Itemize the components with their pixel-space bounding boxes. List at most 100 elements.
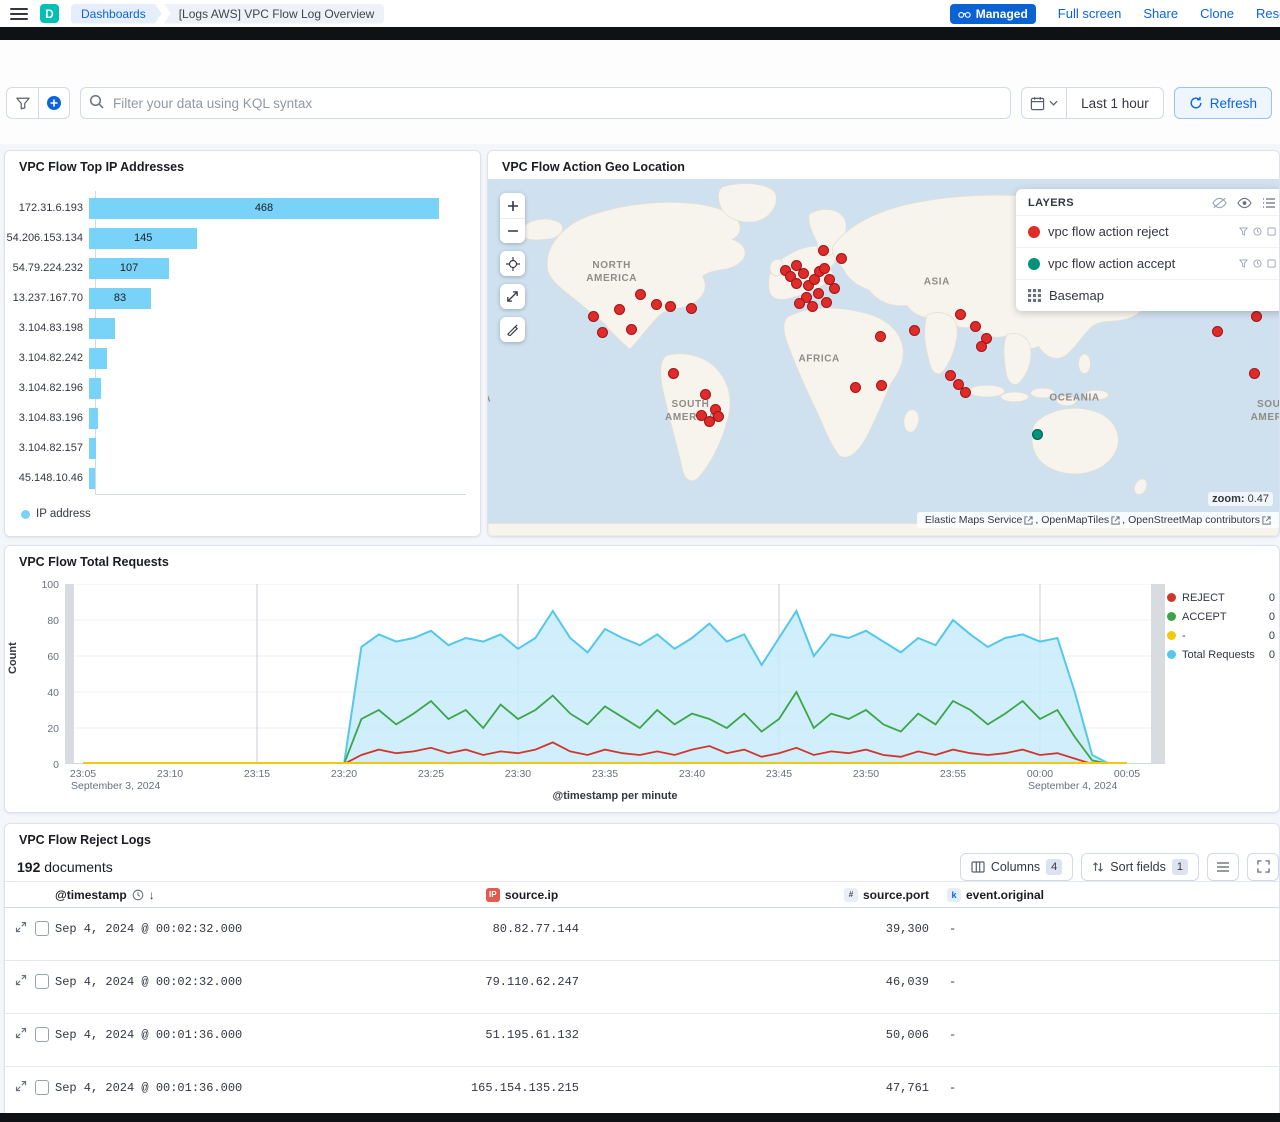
bar[interactable] bbox=[89, 468, 95, 489]
reject-point[interactable] bbox=[1212, 326, 1223, 337]
layer-visibility-icon[interactable] bbox=[1267, 259, 1276, 268]
legend-item[interactable]: REJECT0 bbox=[1167, 588, 1275, 607]
bar[interactable]: 468 bbox=[89, 198, 439, 219]
bar-row: 54.79.224.232107 bbox=[5, 253, 466, 283]
layer-visibility-icon[interactable] bbox=[1267, 227, 1276, 236]
reject-point[interactable] bbox=[651, 299, 662, 310]
column-header-event-original[interactable]: k event.original bbox=[935, 888, 1279, 902]
bar[interactable] bbox=[89, 318, 115, 339]
managed-badge[interactable]: Managed bbox=[950, 4, 1036, 24]
layer-filter-icon[interactable] bbox=[1239, 259, 1248, 268]
column-header-timestamp[interactable]: @timestamp ↓ bbox=[49, 888, 459, 902]
expand-row-button[interactable] bbox=[15, 974, 27, 986]
draw-tools-button[interactable] bbox=[500, 317, 525, 342]
refresh-button[interactable]: Refresh bbox=[1174, 87, 1272, 119]
fullscreen-grid-button[interactable] bbox=[1247, 853, 1279, 881]
fit-to-data-button[interactable] bbox=[500, 284, 525, 309]
bar[interactable]: 107 bbox=[89, 258, 169, 279]
layer-filter-icon[interactable] bbox=[1239, 227, 1248, 236]
reject-point[interactable] bbox=[970, 321, 981, 332]
reject-point[interactable] bbox=[794, 298, 805, 309]
bar-chart-legend[interactable]: IP address bbox=[21, 508, 91, 520]
reject-point[interactable] bbox=[668, 368, 679, 379]
space-avatar[interactable]: D bbox=[40, 4, 59, 23]
reject-point[interactable] bbox=[945, 370, 956, 381]
header-action-share[interactable]: Share bbox=[1143, 6, 1178, 21]
sort-descending-icon[interactable]: ↓ bbox=[149, 888, 155, 902]
header-action-clone[interactable]: Clone bbox=[1200, 6, 1234, 21]
reject-point[interactable] bbox=[821, 297, 832, 308]
reject-point[interactable] bbox=[955, 309, 966, 320]
legend-item[interactable]: Total Requests0 bbox=[1167, 645, 1275, 664]
hide-all-layers-icon[interactable] bbox=[1212, 197, 1227, 209]
row-checkbox[interactable] bbox=[35, 974, 49, 989]
row-checkbox[interactable] bbox=[35, 1080, 49, 1095]
legend-item[interactable]: ACCEPT0 bbox=[1167, 607, 1275, 626]
time-series-chart[interactable] bbox=[65, 584, 1165, 764]
reject-point[interactable] bbox=[819, 263, 830, 274]
calendar-button[interactable] bbox=[1022, 88, 1067, 118]
world-map[interactable]: NORTH AMERICASOUTH AMERICAAFRICAASIAOCEA… bbox=[488, 179, 1279, 536]
bar[interactable] bbox=[89, 348, 107, 369]
layer-time-icon[interactable] bbox=[1253, 227, 1262, 236]
expand-row-button[interactable] bbox=[15, 921, 27, 933]
legend-item[interactable]: -0 bbox=[1167, 626, 1275, 645]
reject-point[interactable] bbox=[875, 331, 886, 342]
bar[interactable] bbox=[89, 408, 98, 429]
layer-item[interactable]: Basemap bbox=[1016, 279, 1279, 311]
display-options-button[interactable] bbox=[1207, 853, 1239, 881]
column-header-source-port[interactable]: # source.port bbox=[585, 888, 935, 902]
reject-point[interactable] bbox=[813, 288, 824, 299]
reject-point[interactable] bbox=[1249, 368, 1260, 379]
x-tick-label: 23:30 bbox=[505, 768, 531, 780]
breadcrumb-item[interactable]: [Logs AWS] VPC Flow Log Overview bbox=[164, 4, 385, 24]
menu-icon[interactable] bbox=[10, 8, 28, 20]
attribution-link[interactable]: OpenStreetMap contributors bbox=[1128, 514, 1271, 526]
reject-point[interactable] bbox=[829, 283, 840, 294]
time-range-value[interactable]: Last 1 hour bbox=[1067, 96, 1163, 111]
layer-list-icon[interactable] bbox=[1262, 197, 1276, 209]
reject-point[interactable] bbox=[635, 289, 646, 300]
kql-search-input[interactable] bbox=[80, 87, 1011, 119]
header-action-full-screen[interactable]: Full screen bbox=[1058, 6, 1122, 21]
zoom-in-button[interactable] bbox=[500, 193, 525, 218]
bar[interactable] bbox=[89, 378, 101, 399]
expand-row-button[interactable] bbox=[15, 1080, 27, 1092]
layer-time-icon[interactable] bbox=[1253, 259, 1262, 268]
bar[interactable]: 145 bbox=[89, 228, 197, 249]
sort-fields-button[interactable]: Sort fields 1 bbox=[1081, 853, 1199, 881]
show-all-layers-icon[interactable] bbox=[1237, 197, 1252, 209]
zoom-out-button[interactable] bbox=[500, 218, 525, 243]
bar[interactable] bbox=[89, 438, 96, 459]
reject-point[interactable] bbox=[597, 327, 608, 338]
row-checkbox[interactable] bbox=[35, 1027, 49, 1042]
layer-item[interactable]: vpc flow action reject bbox=[1016, 215, 1279, 247]
query-toolbar: Last 1 hour Refresh bbox=[6, 87, 1272, 119]
bar-category-label: 13.237.167.70 bbox=[5, 292, 89, 304]
expand-row-button[interactable] bbox=[15, 1027, 27, 1039]
columns-button[interactable]: Columns 4 bbox=[960, 853, 1073, 881]
header-action-reset[interactable]: Reset bbox=[1256, 6, 1280, 21]
add-filter-button[interactable] bbox=[38, 88, 69, 118]
attribution-link[interactable]: Elastic Maps Service , bbox=[925, 514, 1038, 526]
expand-row-icon bbox=[15, 974, 27, 986]
layer-item[interactable]: vpc flow action accept bbox=[1016, 247, 1279, 279]
reject-point[interactable] bbox=[836, 253, 847, 264]
attribution-link[interactable]: OpenMapTiles , bbox=[1041, 514, 1125, 526]
row-checkbox[interactable] bbox=[35, 921, 49, 936]
reject-point[interactable] bbox=[960, 387, 971, 398]
chart-legend: REJECT0ACCEPT0-0Total Requests0 bbox=[1167, 588, 1275, 664]
breadcrumb-item[interactable]: Dashboards bbox=[71, 4, 162, 24]
reject-point[interactable] bbox=[626, 324, 637, 335]
set-view-button[interactable] bbox=[500, 251, 525, 276]
filter-funnel-button[interactable] bbox=[7, 88, 38, 118]
reject-point[interactable] bbox=[909, 325, 920, 336]
y-axis-label: Count bbox=[7, 642, 19, 674]
reject-point[interactable] bbox=[976, 341, 987, 352]
accept-point[interactable] bbox=[1032, 429, 1043, 440]
column-header-source-ip[interactable]: IP source.ip bbox=[459, 888, 585, 902]
reject-point[interactable] bbox=[614, 304, 625, 315]
reject-point[interactable] bbox=[588, 311, 599, 322]
bar[interactable]: 83 bbox=[89, 288, 151, 309]
reject-point[interactable] bbox=[665, 301, 676, 312]
